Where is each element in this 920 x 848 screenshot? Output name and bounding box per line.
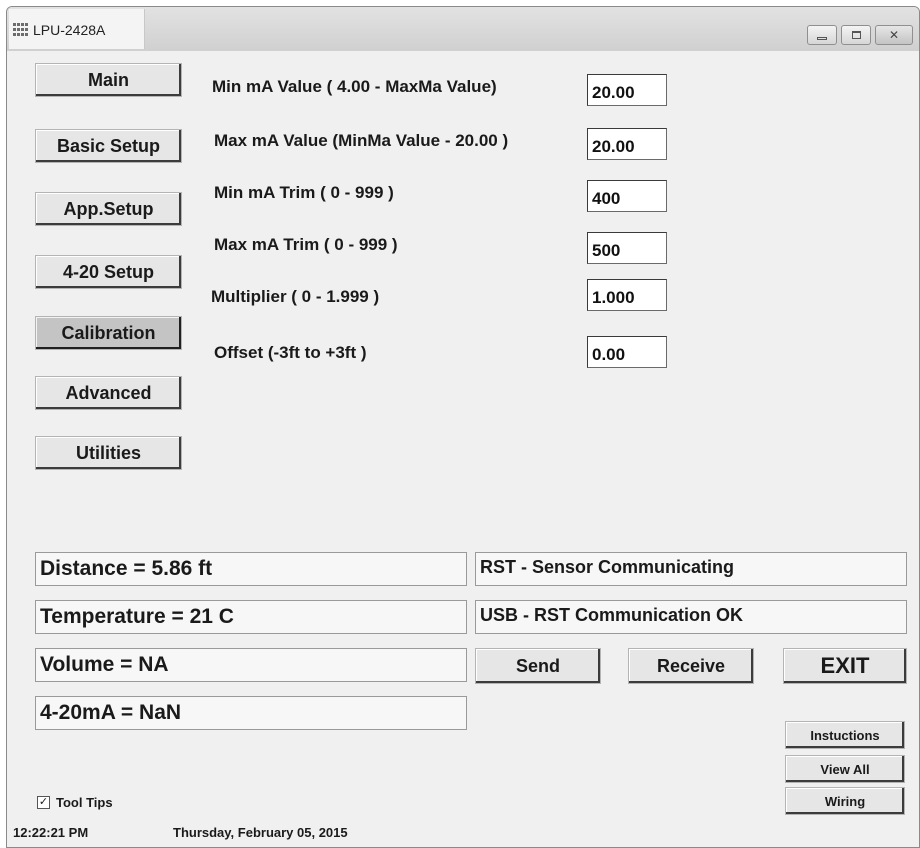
maximize-icon: [851, 31, 861, 39]
offset-label: Offset (-3ft to +3ft ): [214, 343, 367, 362]
min-ma-value-label: Min mA Value ( 4.00 - MaxMa Value): [212, 77, 497, 96]
nav-app-setup-button[interactable]: App.Setup: [35, 192, 182, 226]
tool-tips-checkbox[interactable]: ✓: [37, 796, 50, 809]
tool-tips-option[interactable]: ✓ Tool Tips: [37, 795, 113, 810]
send-button[interactable]: Send: [475, 648, 601, 684]
minimize-icon: [817, 36, 827, 40]
temperature-readout: Temperature = 21 C: [35, 600, 467, 634]
window-title: LPU-2428A: [33, 22, 106, 38]
instructions-button[interactable]: Instuctions: [785, 721, 905, 749]
exit-button[interactable]: EXIT: [783, 648, 907, 684]
distance-readout: Distance = 5.86 ft: [35, 552, 467, 586]
nav-advanced-button[interactable]: Advanced: [35, 376, 182, 410]
usb-status: USB - RST Communication OK: [475, 600, 907, 634]
maximize-button[interactable]: [841, 25, 871, 45]
close-button[interactable]: ✕: [875, 25, 913, 45]
current-date: Thursday, February 05, 2015: [173, 825, 348, 840]
max-ma-value-input[interactable]: [587, 128, 667, 160]
volume-readout: Volume = NA: [35, 648, 467, 682]
app-grid-icon: [13, 23, 29, 37]
nav-basic-setup-button[interactable]: Basic Setup: [35, 129, 182, 163]
max-ma-value-label: Max mA Value (MinMa Value - 20.00 ): [214, 131, 509, 150]
receive-button[interactable]: Receive: [628, 648, 754, 684]
nav-main-button[interactable]: Main: [35, 63, 182, 97]
nav-4-20-setup-button[interactable]: 4-20 Setup: [35, 255, 182, 289]
app-window: LPU-2428A ✕ Main Basic Setup App.Setup 4…: [6, 6, 920, 848]
minimize-button[interactable]: [807, 25, 837, 45]
sensor-status: RST - Sensor Communicating: [475, 552, 907, 586]
offset-input[interactable]: [587, 336, 667, 368]
tool-tips-label: Tool Tips: [56, 795, 113, 810]
close-icon: ✕: [888, 28, 900, 42]
clock-time: 12:22:21 PM: [13, 825, 89, 840]
nav-utilities-button[interactable]: Utilities: [35, 436, 182, 470]
title-bar: LPU-2428A ✕: [7, 7, 919, 51]
current-readout: 4-20mA = NaN: [35, 696, 467, 730]
wiring-button[interactable]: Wiring: [785, 787, 905, 815]
multiplier-label: Multiplier ( 0 - 1.999 ): [211, 287, 380, 306]
max-ma-trim-input[interactable]: [587, 232, 667, 264]
window-controls: ✕: [807, 25, 913, 45]
min-ma-value-input[interactable]: [587, 74, 667, 106]
view-all-button[interactable]: View All: [785, 755, 905, 783]
nav-calibration-button[interactable]: Calibration: [35, 316, 182, 350]
min-ma-trim-label: Min mA Trim ( 0 - 999 ): [214, 183, 394, 202]
multiplier-input[interactable]: [587, 279, 667, 311]
max-ma-trim-label: Max mA Trim ( 0 - 999 ): [214, 235, 398, 254]
min-ma-trim-input[interactable]: [587, 180, 667, 212]
title-tab: LPU-2428A: [9, 9, 145, 49]
